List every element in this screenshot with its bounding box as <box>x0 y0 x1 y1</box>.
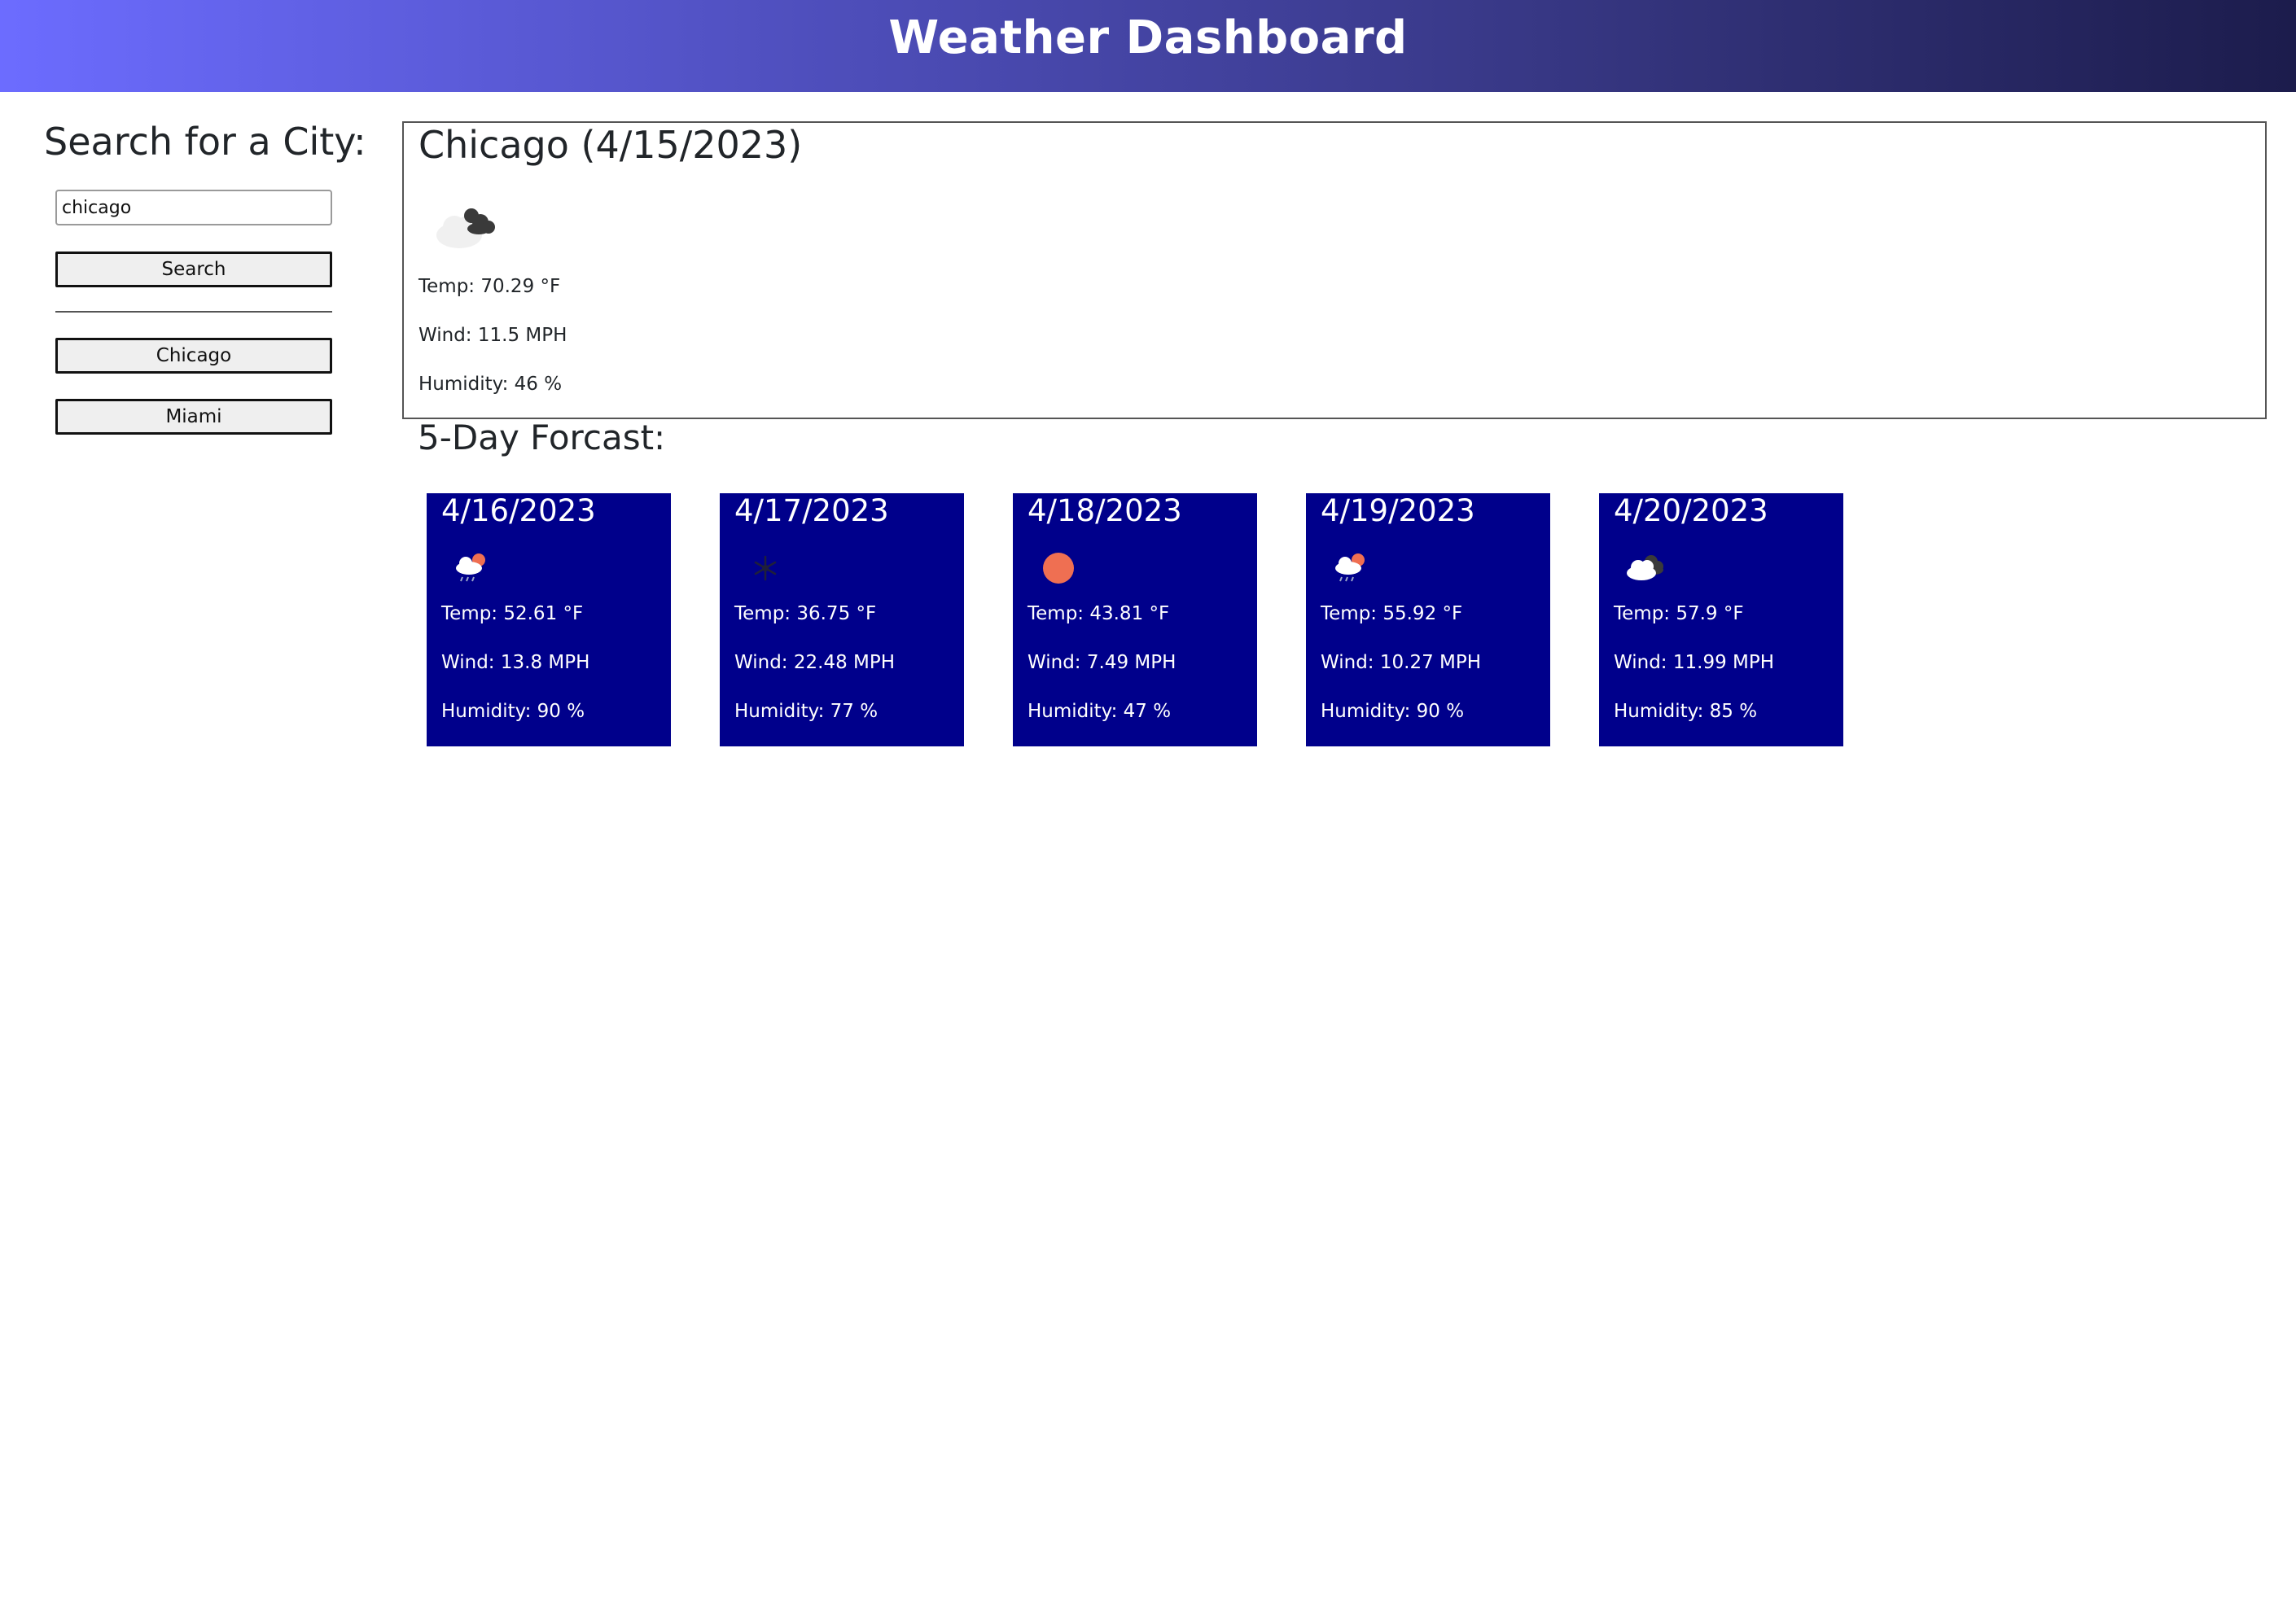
forecast-humidity: Humidity: 85 % <box>1614 701 1758 722</box>
forecast-date: 4/18/2023 <box>1028 493 1182 528</box>
clear-sky-icon <box>1043 553 1074 584</box>
forecast-wind: Wind: 22.48 MPH <box>734 652 896 673</box>
forecast-date: 4/19/2023 <box>1321 493 1475 528</box>
forecast-card: 4/19/2023 Temp: 55.92 °F Wind: 10.27 MPH… <box>1306 493 1550 746</box>
history-button-chicago[interactable]: Chicago <box>55 338 332 374</box>
city-search-input[interactable] <box>55 190 332 225</box>
search-button[interactable]: Search <box>55 252 332 287</box>
current-temp: Temp: 70.29 °F <box>418 276 561 297</box>
page-header: Weather Dashboard <box>0 0 2296 92</box>
forecast-card: 4/17/2023 Temp: 36.75 °F Wind: 22.48 MPH… <box>720 493 964 746</box>
forecast-temp: Temp: 52.61 °F <box>441 603 584 624</box>
current-city-date: Chicago (4/15/2023) <box>418 123 803 167</box>
forecast-humidity: Humidity: 77 % <box>734 701 879 722</box>
forecast-date: 4/20/2023 <box>1614 493 1768 528</box>
forecast-wind: Wind: 11.99 MPH <box>1614 652 1775 673</box>
forecast-wind: Wind: 10.27 MPH <box>1321 652 1482 673</box>
rain-icon <box>1335 553 1365 582</box>
forecast-temp: Temp: 43.81 °F <box>1028 603 1170 624</box>
broken-clouds-icon <box>1627 555 1663 580</box>
forecast-humidity: Humidity: 90 % <box>1321 701 1465 722</box>
forecast-card: 4/20/2023 Temp: 57.9 °F Wind: 11.99 MPH … <box>1599 493 1843 746</box>
forecast-temp: Temp: 36.75 °F <box>734 603 877 624</box>
current-wind: Wind: 11.5 MPH <box>418 325 567 346</box>
broken-clouds-icon <box>436 208 495 248</box>
forecast-temp: Temp: 57.9 °F <box>1614 603 1744 624</box>
forecast-humidity: Humidity: 90 % <box>441 701 585 722</box>
snow-icon <box>754 555 777 581</box>
search-heading: Search for a City: <box>44 120 366 164</box>
forecast-wind: Wind: 7.49 MPH <box>1028 652 1176 673</box>
forecast-heading: 5-Day Forcast: <box>418 418 666 457</box>
current-weather-panel: Chicago (4/15/2023) Temp: 70.29 °F Wind:… <box>402 121 2267 419</box>
sidebar-divider <box>55 311 332 313</box>
forecast-date: 4/17/2023 <box>734 493 889 528</box>
history-button-miami[interactable]: Miami <box>55 399 332 435</box>
rain-icon <box>456 553 485 582</box>
forecast-humidity: Humidity: 47 % <box>1028 701 1172 722</box>
forecast-card: 4/16/2023 Temp: 52.61 °F Wind: 13.8 MPH … <box>427 493 671 746</box>
current-humidity: Humidity: 46 % <box>418 374 563 395</box>
forecast-card: 4/18/2023 Temp: 43.81 °F Wind: 7.49 MPH … <box>1013 493 1257 746</box>
forecast-date: 4/16/2023 <box>441 493 596 528</box>
forecast-wind: Wind: 13.8 MPH <box>441 652 590 673</box>
forecast-temp: Temp: 55.92 °F <box>1321 603 1463 624</box>
page-title: Weather Dashboard <box>888 11 1408 64</box>
